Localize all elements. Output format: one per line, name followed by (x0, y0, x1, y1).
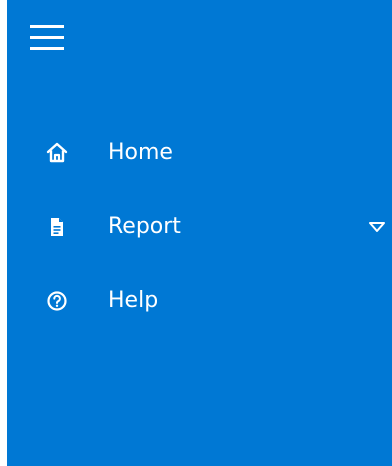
nav-item-report[interactable]: Report (7, 202, 392, 252)
nav-item-home-label: Home (108, 140, 173, 165)
sidebar: Home Report Help (7, 0, 392, 466)
hamburger-menu-button[interactable] (30, 23, 64, 53)
nav-item-home[interactable]: Home (7, 128, 392, 178)
document-icon (45, 215, 69, 239)
nav-item-report-label: Report (108, 214, 181, 239)
nav-item-help[interactable]: Help (7, 276, 392, 326)
home-icon (45, 141, 69, 165)
help-circle-icon (45, 289, 69, 313)
nav-item-help-label: Help (108, 288, 159, 313)
chevron-down-icon[interactable] (368, 220, 386, 234)
hamburger-menu-icon (30, 23, 64, 53)
